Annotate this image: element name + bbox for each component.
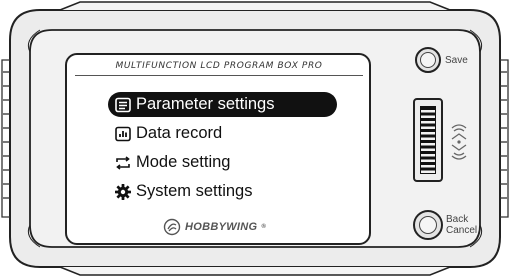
back-label: Back Cancel bbox=[446, 214, 477, 236]
back-label-line2: Cancel bbox=[446, 225, 478, 236]
gear-icon bbox=[115, 184, 131, 200]
document-icon bbox=[115, 97, 131, 113]
save-label: Save bbox=[445, 55, 468, 66]
lcd-screen: MULTIFUNCTION LCD PROGRAM BOX PRO Parame… bbox=[65, 53, 371, 245]
save-button-cap bbox=[420, 52, 436, 68]
menu-item-parameter-settings[interactable]: Parameter settings bbox=[108, 92, 337, 117]
back-button-cap bbox=[419, 216, 437, 234]
scroll-wheel-ridges bbox=[420, 106, 436, 174]
bar-chart-icon bbox=[115, 126, 131, 142]
menu-item-system-settings[interactable]: System settings bbox=[108, 179, 337, 204]
title-divider bbox=[75, 75, 363, 76]
save-button[interactable] bbox=[415, 47, 441, 73]
scroll-wheel[interactable] bbox=[413, 98, 443, 182]
brand-name: HOBBYWING bbox=[185, 221, 258, 233]
hobbywing-logo-icon bbox=[163, 218, 181, 236]
menu-item-label: System settings bbox=[136, 182, 253, 200]
brand-logo: HOBBYWING ® bbox=[163, 217, 283, 237]
menu-item-label: Mode setting bbox=[136, 153, 231, 171]
menu-item-mode-setting[interactable]: Mode setting bbox=[108, 150, 337, 175]
back-cancel-button[interactable] bbox=[413, 210, 443, 240]
brand-mark: ® bbox=[261, 224, 267, 230]
menu-item-label: Parameter settings bbox=[136, 95, 275, 113]
menu-item-data-record[interactable]: Data record bbox=[108, 121, 337, 146]
menu-item-label: Data record bbox=[136, 124, 223, 142]
swap-arrows-icon bbox=[116, 156, 130, 170]
back-label-line1: Back bbox=[446, 214, 469, 225]
screen-title: MULTIFUNCTION LCD PROGRAM BOX PRO bbox=[115, 61, 323, 71]
wireless-indicator-icon bbox=[451, 124, 467, 160]
